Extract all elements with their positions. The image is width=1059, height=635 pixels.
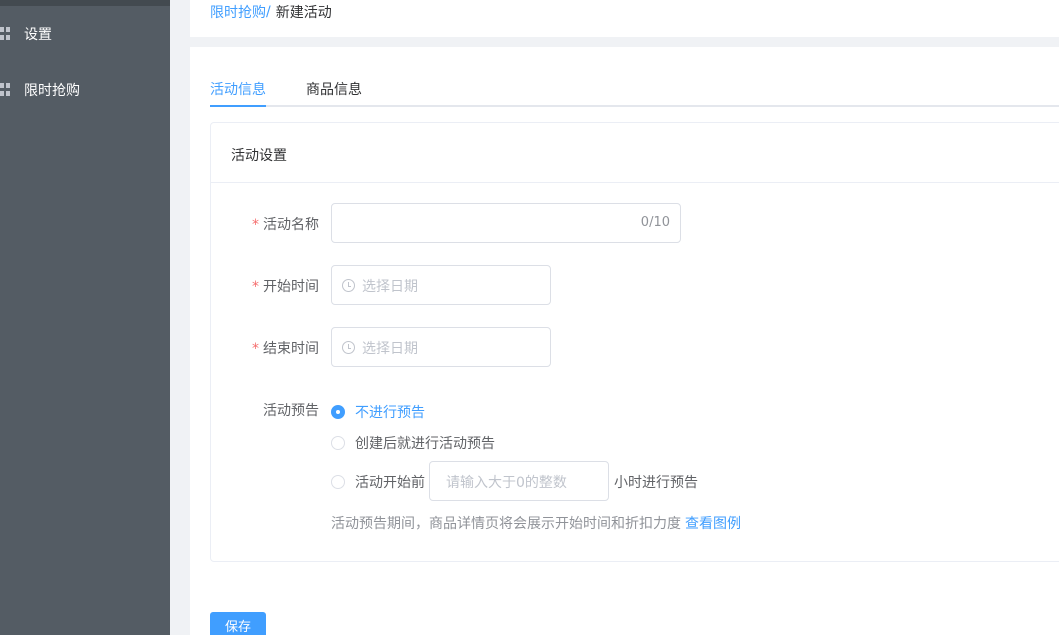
sidebar-item-label: 设置 (24, 27, 52, 43)
view-example-link[interactable]: 查看图例 (685, 516, 741, 532)
clock-icon (342, 279, 355, 292)
preview-hours-placeholder: 请输入大于0的整数 (446, 475, 567, 491)
breadcrumb-parent-link[interactable]: 限时抢购 (210, 2, 266, 22)
sidebar: 设置 限时抢购 (0, 0, 170, 635)
grid-icon (0, 27, 10, 41)
end-date-placeholder: 选择日期 (362, 341, 418, 357)
card-header: 活动设置 (211, 123, 1059, 183)
preview-hours-suffix: 小时进行预告 (614, 475, 698, 491)
activity-name-input[interactable]: 0/10 (331, 203, 681, 243)
end-time-label-text: 结束时间 (263, 341, 319, 357)
sidebar-item-label: 限时抢购 (24, 83, 80, 99)
char-counter: 0/10 (640, 215, 670, 230)
radio-label: 活动开始前 (355, 475, 425, 491)
end-time-label: * 结束时间 (219, 338, 319, 358)
content-gutter (170, 0, 190, 635)
start-date-placeholder: 选择日期 (362, 279, 418, 295)
activity-settings-card: 活动设置 * 活动名称 0/10 * 开始时间 选择日期 * 结束时间 选择日期 活动… (210, 122, 1059, 562)
tab-product-info[interactable]: 商品信息 (306, 79, 362, 99)
breadcrumb-separator: / (266, 4, 271, 20)
activity-name-label-text: 活动名称 (263, 217, 319, 233)
start-time-label-text: 开始时间 (263, 279, 319, 295)
main-panel: 活动信息 商品信息 活动设置 * 活动名称 0/10 * 开始时间 选择日期 * 结束… (190, 47, 1059, 635)
clock-icon (342, 341, 355, 354)
radio-no-preview[interactable]: 不进行预告 (331, 402, 425, 422)
activity-name-label: * 活动名称 (219, 214, 319, 234)
preview-hours-input[interactable]: 请输入大于0的整数 (429, 461, 609, 501)
radio-preview-on-create[interactable]: 创建后就进行活动预告 (331, 433, 495, 453)
start-time-label: * 开始时间 (219, 276, 319, 296)
required-asterisk: * (252, 279, 259, 295)
header-bar: 限时抢购 / 新建活动 (190, 0, 1059, 37)
preview-hint: 活动预告期间，商品详情页将会展示开始时间和折扣力度 查看图例 (331, 513, 741, 533)
required-asterisk: * (252, 341, 259, 357)
radio-icon[interactable] (331, 475, 345, 489)
radio-icon[interactable] (331, 436, 345, 450)
save-button[interactable]: 保存 (210, 612, 266, 635)
sidebar-item-settings[interactable]: 设置 (0, 6, 170, 62)
breadcrumb: 限时抢购 / 新建活动 (210, 2, 332, 22)
breadcrumb-current: 新建活动 (275, 5, 332, 21)
tab-active-indicator (210, 105, 266, 107)
start-date-picker[interactable]: 选择日期 (331, 265, 551, 305)
card-title: 活动设置 (231, 148, 287, 164)
radio-preview-before-start[interactable]: 活动开始前 (331, 472, 425, 492)
radio-label: 创建后就进行活动预告 (355, 436, 495, 452)
preview-hint-text: 活动预告期间，商品详情页将会展示开始时间和折扣力度 (331, 516, 681, 532)
radio-label: 不进行预告 (355, 405, 425, 421)
tab-bar: 活动信息 商品信息 (210, 77, 1059, 107)
preview-label: 活动预告 (263, 403, 319, 419)
sidebar-item-flash-sale[interactable]: 限时抢购 (0, 62, 170, 118)
required-asterisk: * (252, 217, 259, 233)
radio-checked-icon[interactable] (331, 405, 345, 419)
end-date-picker[interactable]: 选择日期 (331, 327, 551, 367)
tab-activity-info[interactable]: 活动信息 (210, 79, 266, 99)
grid-icon (0, 83, 10, 97)
